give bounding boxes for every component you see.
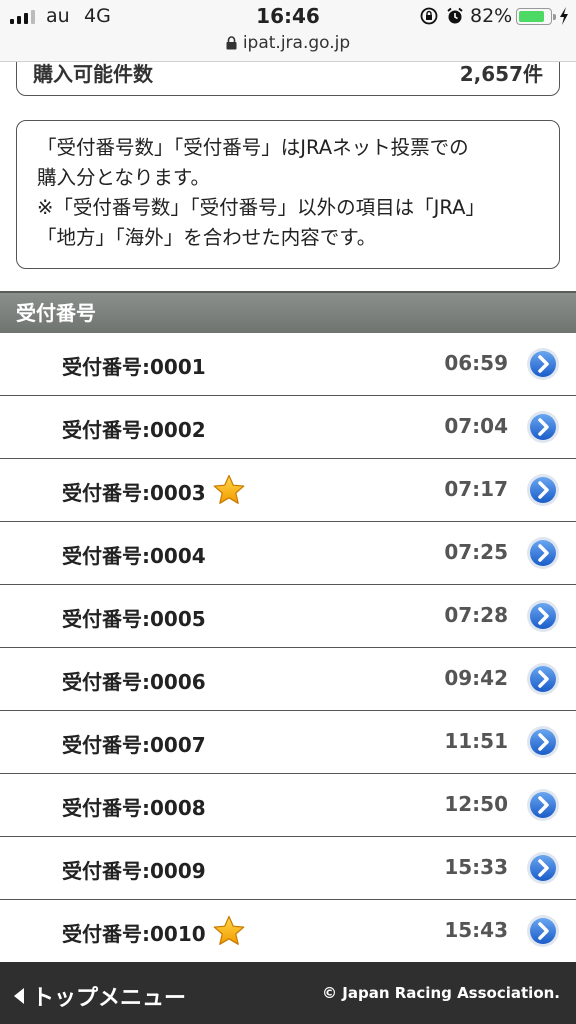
receipt-time: 15:43	[444, 918, 508, 942]
receipt-label: 受付番号:0009	[62, 855, 206, 884]
receipt-label: 受付番号:0001	[62, 351, 206, 380]
top-menu-link[interactable]: トップメニュー	[12, 980, 186, 1012]
triangle-left-icon	[14, 988, 24, 1004]
section-header: 受付番号	[0, 291, 576, 333]
receipt-label: 受付番号:0004	[62, 540, 206, 569]
receipt-number: 受付番号:0003	[62, 481, 206, 505]
receipt-label: 受付番号:0003	[62, 474, 246, 506]
star-icon	[213, 915, 245, 945]
receipt-row[interactable]: 受付番号:0008 12:50	[0, 774, 576, 837]
receipt-time: 06:59	[444, 351, 508, 375]
purchasable-count-value: 2,657件	[459, 62, 543, 86]
star-icon	[213, 474, 245, 504]
receipt-label: 受付番号:0010	[62, 915, 246, 947]
purchasable-count-label: 購入可能件数	[33, 62, 153, 86]
battery-percent: 82%	[470, 5, 513, 27]
chevron-right-circle-icon[interactable]	[526, 473, 560, 507]
receipt-label: 受付番号:0002	[62, 414, 206, 443]
notice-line: 「受付番号数」「受付番号」はJRAネット投票での	[37, 136, 469, 159]
chevron-right-circle-icon[interactable]	[526, 788, 560, 822]
battery-icon	[516, 8, 556, 25]
charging-bolt-icon	[560, 7, 568, 25]
status-bar: au 4G 16:46 82%	[0, 0, 576, 32]
receipt-label: 受付番号:0005	[62, 603, 206, 632]
notice-line: 購入分となります。	[37, 166, 210, 189]
receipt-row[interactable]: 受付番号:0001 06:59	[0, 333, 576, 396]
chevron-right-circle-icon[interactable]	[526, 599, 560, 633]
chevron-right-circle-icon[interactable]	[526, 725, 560, 759]
receipt-time: 09:42	[444, 666, 508, 690]
receipt-row[interactable]: 受付番号:0007 11:51	[0, 711, 576, 774]
chevron-right-circle-icon[interactable]	[526, 851, 560, 885]
orientation-lock-icon	[420, 7, 438, 25]
receipt-row[interactable]: 受付番号:0006 09:42	[0, 648, 576, 711]
chevron-right-circle-icon[interactable]	[526, 914, 560, 948]
alarm-icon	[447, 7, 463, 24]
receipt-number: 受付番号:0006	[62, 670, 206, 694]
receipt-number: 受付番号:0002	[62, 418, 206, 442]
notice-line: 「地方」「海外」を合わせた内容です。	[37, 226, 377, 249]
receipt-row[interactable]: 受付番号:0010 15:43	[0, 900, 576, 963]
receipt-row[interactable]: 受付番号:0004 07:25	[0, 522, 576, 585]
receipt-time: 07:28	[444, 603, 508, 627]
receipt-time: 07:25	[444, 540, 508, 564]
receipt-number: 受付番号:0007	[62, 733, 206, 757]
url-text[interactable]: ipat.jra.go.jp	[243, 33, 350, 53]
battery-level	[519, 11, 544, 22]
chevron-right-circle-icon[interactable]	[526, 410, 560, 444]
notice-box: 「受付番号数」「受付番号」はJRAネット投票での 購入分となります。 ※「受付番…	[16, 120, 560, 269]
chevron-right-circle-icon[interactable]	[526, 536, 560, 570]
receipt-time: 07:17	[444, 477, 508, 501]
top-menu-label: トップメニュー	[32, 986, 187, 1011]
chevron-right-circle-icon[interactable]	[526, 347, 560, 381]
receipt-row[interactable]: 受付番号:0005 07:28	[0, 585, 576, 648]
receipt-number: 受付番号:0009	[62, 859, 206, 883]
receipt-row[interactable]: 受付番号:0009 15:33	[0, 837, 576, 900]
receipt-row[interactable]: 受付番号:0002 07:04	[0, 396, 576, 459]
receipt-number: 受付番号:0005	[62, 607, 206, 631]
receipt-number: 受付番号:0001	[62, 355, 206, 379]
footer-bar: トップメニュー © Japan Racing Association.	[0, 962, 576, 1024]
receipt-label: 受付番号:0006	[62, 666, 206, 695]
receipt-list: 受付番号:0001 06:59 受付番号:0002 07:04 受付番号:000…	[0, 333, 576, 963]
receipt-time: 11:51	[444, 729, 508, 753]
receipt-row[interactable]: 受付番号:0003 07:17	[0, 459, 576, 522]
receipt-label: 受付番号:0007	[62, 729, 206, 758]
copyright: © Japan Racing Association.	[322, 984, 560, 1002]
padlock-icon	[226, 36, 237, 50]
receipt-label: 受付番号:0008	[62, 792, 206, 821]
notice-line: ※「受付番号数」「受付番号」以外の項目は「JRA」	[37, 196, 485, 219]
receipt-number: 受付番号:0010	[62, 922, 206, 946]
chevron-right-circle-icon[interactable]	[526, 662, 560, 696]
url-bar[interactable]: ipat.jra.go.jp	[0, 32, 576, 62]
receipt-time: 15:33	[444, 855, 508, 879]
receipt-time: 12:50	[444, 792, 508, 816]
receipt-time: 07:04	[444, 414, 508, 438]
receipt-number: 受付番号:0004	[62, 544, 206, 568]
receipt-number: 受付番号:0008	[62, 796, 206, 820]
